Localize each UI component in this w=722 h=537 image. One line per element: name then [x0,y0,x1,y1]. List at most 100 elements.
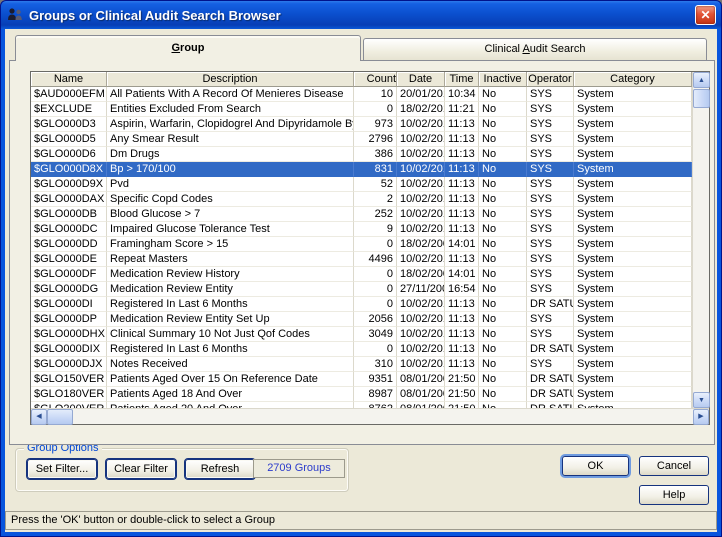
table-cell: 11:13 [445,342,479,357]
table-row[interactable]: $GLO000DIRegistered In Last 6 Months010/… [31,297,692,312]
cancel-button[interactable]: Cancel [639,456,709,476]
horizontal-scrollbar-thumb[interactable] [47,409,73,425]
table-cell: No [479,327,527,342]
table-row[interactable]: $AUD000EFMAll Patients With A Record Of … [31,87,692,102]
table-cell: $GLO000DP [31,312,107,327]
table-row[interactable]: $GLO000DFMedication Review History018/02… [31,267,692,282]
table-cell: 10/02/2010 [397,132,445,147]
scroll-left-icon[interactable]: ◀ [31,409,47,425]
refresh-button[interactable]: Refresh [185,459,255,479]
tab-clinical-audit-search[interactable]: Clinical Audit Search [363,38,707,60]
table-cell: 16:54 [445,282,479,297]
horizontal-scrollbar-track[interactable] [73,409,693,424]
table-cell: 11:13 [445,357,479,372]
table-cell: 10/02/2010 [397,192,445,207]
table-cell: 0 [354,282,397,297]
people-icon [6,6,24,24]
table-cell: No [479,312,527,327]
table-cell: DR SATURN [527,372,574,387]
scroll-right-icon[interactable]: ▶ [693,409,709,425]
table-cell: 10/02/2010 [397,342,445,357]
table-cell: No [479,117,527,132]
scroll-down-icon[interactable]: ▼ [693,392,710,408]
table-cell: System [574,312,692,327]
table-cell: Registered In Last 6 Months [107,297,354,312]
table-row[interactable]: $GLO000DJXNotes Received31010/02/201011:… [31,357,692,372]
column-header-count[interactable]: Count [354,72,397,87]
column-header-time[interactable]: Time [445,72,479,87]
dialog-body: Group Clinical Audit Search Name Descrip… [5,29,717,532]
table-row[interactable]: $GLO000DCImpaired Glucose Tolerance Test… [31,222,692,237]
table-cell: No [479,267,527,282]
column-header-name[interactable]: Name [31,72,107,87]
table-cell: DR SATURN [527,387,574,402]
table-row[interactable]: $GLO000D9XPvd5210/02/201011:13NoSYSSyste… [31,177,692,192]
table-cell: 10/02/2010 [397,312,445,327]
set-filter-button[interactable]: Set Filter... [27,459,97,479]
scroll-up-icon[interactable]: ▲ [693,72,710,88]
dialog-window: Groups or Clinical Audit Search Browser … [0,0,722,537]
table-header: Name Description Count Date Time Inactiv… [31,72,692,87]
table-row[interactable]: $GLO000DPMedication Review Entity Set Up… [31,312,692,327]
table-cell: No [479,132,527,147]
help-button[interactable]: Help [639,485,709,505]
table-cell: Registered In Last 6 Months [107,342,354,357]
table-row[interactable]: $GLO150VERPatients Aged Over 15 On Refer… [31,372,692,387]
table-cell: SYS [527,252,574,267]
table-cell: System [574,177,692,192]
vertical-scrollbar[interactable]: ▲ ▼ [692,72,709,408]
table-row[interactable]: $GLO000DIXRegistered In Last 6 Months010… [31,342,692,357]
clear-filter-button[interactable]: Clear Filter [106,459,176,479]
table-cell: 18/02/2011 [397,102,445,117]
table-cell: SYS [527,162,574,177]
vertical-scrollbar-track[interactable] [693,108,710,392]
table-cell: $GLO000D5 [31,132,107,147]
table-cell: SYS [527,237,574,252]
table-cell: 10/02/2010 [397,207,445,222]
table-cell: 0 [354,267,397,282]
table-row[interactable]: $GLO000DGMedication Review Entity027/11/… [31,282,692,297]
table-row[interactable]: $GLO000DDFramingham Score > 15018/02/200… [31,237,692,252]
ok-button[interactable]: OK [562,456,629,476]
table-cell: 10/02/2010 [397,252,445,267]
table-cell: System [574,102,692,117]
table-row[interactable]: $GLO000D3Aspirin, Warfarin, Clopidogrel … [31,117,692,132]
table-cell: No [479,222,527,237]
table-cell: Medication Review Entity Set Up [107,312,354,327]
table-row[interactable]: $GLO000DBBlood Glucose > 725210/02/20101… [31,207,692,222]
table-cell: $EXCLUDE [31,102,107,117]
table-cell: 3049 [354,327,397,342]
table-cell: 310 [354,357,397,372]
vertical-scrollbar-thumb[interactable] [693,89,710,108]
table-cell: 11:13 [445,297,479,312]
table-cell: 10/02/2010 [397,162,445,177]
table-row[interactable]: $GLO180VERPatients Aged 18 And Over89870… [31,387,692,402]
close-button[interactable]: ✕ [695,5,716,25]
column-header-date[interactable]: Date [397,72,445,87]
table-row[interactable]: $GLO000DAXSpecific Copd Codes210/02/2010… [31,192,692,207]
table-cell: SYS [527,117,574,132]
column-header-inactive[interactable]: Inactive [479,72,527,87]
table-cell: 831 [354,162,397,177]
table-cell: $GLO000DAX [31,192,107,207]
table-cell: 11:13 [445,252,479,267]
column-header-category[interactable]: Category [574,72,692,87]
table-cell: $GLO000DB [31,207,107,222]
table-row[interactable]: $GLO000DHXClinical Summary 10 Not Just Q… [31,327,692,342]
table-cell: Entities Excluded From Search [107,102,354,117]
table-row[interactable]: $EXCLUDEEntities Excluded From Search018… [31,102,692,117]
table-cell: 08/01/2009 [397,372,445,387]
table-cell: 21:50 [445,372,479,387]
column-header-description[interactable]: Description [107,72,354,87]
horizontal-scrollbar[interactable]: ◀ ▶ [31,408,709,424]
table-row[interactable]: $GLO000D6Dm Drugs38610/02/201011:13NoSYS… [31,147,692,162]
column-header-operator[interactable]: Operator [527,72,574,87]
table-cell: SYS [527,102,574,117]
table-cell: 11:13 [445,147,479,162]
table-row[interactable]: $GLO000DERepeat Masters449610/02/201011:… [31,252,692,267]
table-row[interactable]: $GLO000D8XBp > 170/10083110/02/201011:13… [31,162,692,177]
table-cell: 9351 [354,372,397,387]
table-cell: 11:13 [445,162,479,177]
table-row[interactable]: $GLO000D5Any Smear Result279610/02/20101… [31,132,692,147]
tab-group[interactable]: Group [15,35,361,61]
